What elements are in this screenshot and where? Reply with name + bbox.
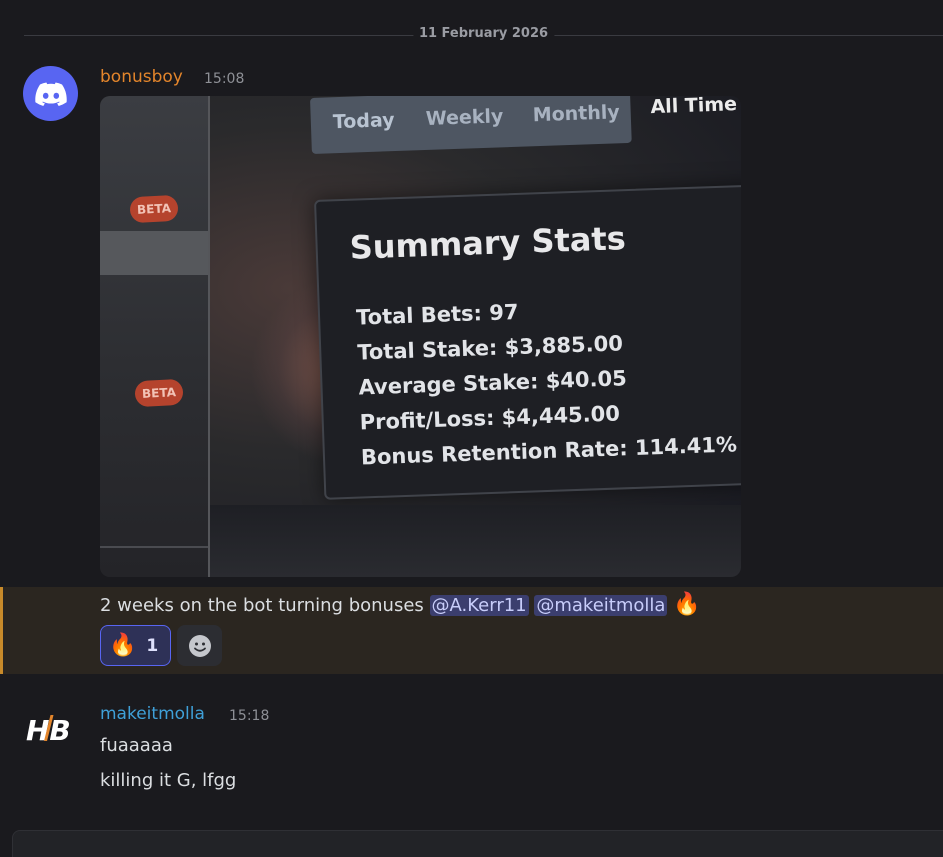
hb-logo-icon: HB xyxy=(26,714,71,747)
photo-tab-all-time: All Time xyxy=(650,96,738,119)
photo-tab-monthly: Monthly xyxy=(532,101,621,127)
username-bonusboy[interactable]: bonusboy xyxy=(100,67,183,87)
stat-average-stake: Average Stake: $40.05 xyxy=(358,366,628,400)
stat-bonus-retention: Bonus Retention Rate: 114.41% xyxy=(360,432,738,470)
fire-emoji: 🔥 xyxy=(673,592,701,617)
stat-profit-loss: Profit/Loss: $4,445.00 xyxy=(359,401,621,435)
mention-a-kerr11[interactable]: @A.Kerr11 xyxy=(429,595,529,616)
summary-stats-card: Summary Stats Total Bets: 97 Total Stake… xyxy=(314,184,741,500)
mention-makeitmolla[interactable]: @makeitmolla xyxy=(534,595,668,616)
photo-tab-weekly: Weekly xyxy=(425,105,504,130)
message-line: killing it G, lfgg xyxy=(100,770,237,791)
photo-sidebar-line xyxy=(100,546,208,548)
stat-total-stake: Total Stake: $3,885.00 xyxy=(356,331,624,365)
date-divider: 11 February 2026 xyxy=(24,25,943,45)
message-timestamp: 15:08 xyxy=(204,71,245,87)
reaction-fire[interactable]: 🔥 1 xyxy=(100,625,171,666)
avatar-makeitmolla[interactable]: HB xyxy=(22,705,78,751)
message-text: 2 weeks on the bot turning bonuses @A.Ke… xyxy=(100,592,701,617)
summary-stats-title: Summary Stats xyxy=(349,219,627,267)
beta-badge: BETA xyxy=(134,378,184,408)
discord-logo-icon xyxy=(34,82,67,106)
reaction-emoji: 🔥 xyxy=(109,633,137,658)
date-divider-label: 11 February 2026 xyxy=(412,26,555,41)
smiley-add-reaction-icon xyxy=(188,634,211,657)
photo-bottom-band xyxy=(210,505,741,577)
message-line: fuaaaaa xyxy=(100,735,173,756)
message-timestamp: 15:18 xyxy=(229,708,270,724)
stat-total-bets: Total Bets: 97 xyxy=(355,299,519,330)
message-input[interactable] xyxy=(12,830,943,857)
chat-view: 11 February 2026 bonusboy 15:08 BETA BET… xyxy=(0,0,943,857)
reaction-count: 1 xyxy=(146,635,159,656)
photo-sidebar xyxy=(100,96,210,577)
beta-badge: BETA xyxy=(129,194,179,224)
avatar-bonusboy[interactable] xyxy=(23,66,78,121)
photo-tabs: Today Weekly Monthly All Time xyxy=(310,96,741,156)
photo-sidebar-stripe xyxy=(100,231,208,275)
message-body: 2 weeks on the bot turning bonuses xyxy=(100,595,424,616)
photo-tab-today: Today xyxy=(332,109,395,134)
add-reaction-button[interactable] xyxy=(177,625,222,666)
username-makeitmolla[interactable]: makeitmolla xyxy=(100,704,205,724)
attached-photo[interactable]: BETA BETA Today Weekly Monthly All Time … xyxy=(100,96,741,577)
